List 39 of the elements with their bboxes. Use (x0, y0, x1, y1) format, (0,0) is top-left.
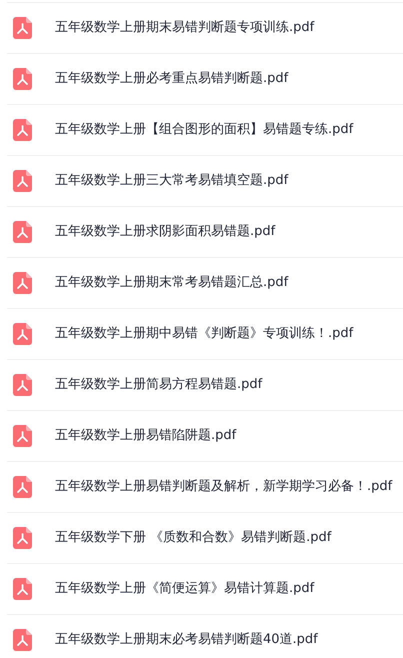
file-row[interactable]: 五年级数学上册期末常考易错题汇总.pdf (7, 258, 403, 309)
pdf-file-icon (13, 527, 32, 549)
file-name: 五年级数学上册期末必考易错判断题40道.pdf (55, 631, 318, 650)
file-row[interactable]: 五年级数学上册求阴影面积易错题.pdf (7, 207, 403, 258)
pdf-file-icon (13, 221, 32, 243)
pdf-file-icon (13, 425, 32, 447)
file-name: 五年级数学上册【组合图形的面积】易错题专练.pdf (55, 121, 354, 140)
pdf-file-icon (13, 323, 32, 345)
pdf-file-icon (13, 578, 32, 600)
file-name: 五年级数学下册 《质数和合数》易错判断题.pdf (55, 529, 332, 548)
file-name: 五年级数学上册期末常考易错题汇总.pdf (55, 274, 288, 292)
file-row[interactable]: 五年级数学上册期中易错《判断题》专项训练！.pdf (7, 309, 403, 360)
pdf-file-icon (13, 119, 32, 141)
file-name: 五年级数学上册易错陷阱题.pdf (55, 427, 236, 446)
pdf-file-icon (13, 68, 32, 90)
pdf-file-icon (13, 17, 32, 39)
file-name: 五年级数学上册求阴影面积易错题.pdf (55, 223, 276, 242)
file-name: 五年级数学上册易错判断题及解析，新学期学习必备！.pdf (55, 478, 392, 496)
file-name: 五年级数学上册期中易错《判断题》专项训练！.pdf (55, 325, 354, 344)
file-row[interactable]: 五年级数学上册三大常考易错填空题.pdf (7, 156, 403, 207)
file-row[interactable]: 五年级数学上册【组合图形的面积】易错题专练.pdf (7, 105, 403, 156)
pdf-file-icon (13, 374, 32, 396)
file-name: 五年级数学上册《简便运算》易错计算题.pdf (55, 580, 314, 598)
file-row[interactable]: 五年级数学上册《简便运算》易错计算题.pdf (7, 564, 403, 615)
pdf-file-icon (13, 170, 32, 192)
pdf-file-icon (13, 272, 32, 294)
file-name: 五年级数学上册必考重点易错判断题.pdf (55, 70, 288, 88)
file-name: 五年级数学上册期末易错判断题专项训练.pdf (55, 19, 314, 38)
file-row[interactable]: 五年级数学上册必考重点易错判断题.pdf (7, 54, 403, 105)
file-row[interactable]: 五年级数学上册易错判断题及解析，新学期学习必备！.pdf (7, 462, 403, 513)
file-row[interactable]: 五年级数学上册简易方程易错题.pdf (7, 360, 403, 411)
file-row[interactable]: 五年级数学上册期末必考易错判断题40道.pdf (7, 615, 403, 658)
file-row[interactable]: 五年级数学下册 《质数和合数》易错判断题.pdf (7, 513, 403, 564)
pdf-file-icon (13, 629, 32, 651)
file-name: 五年级数学上册三大常考易错填空题.pdf (55, 172, 288, 190)
pdf-file-icon (13, 476, 32, 498)
file-name: 五年级数学上册简易方程易错题.pdf (55, 376, 262, 394)
file-row[interactable]: 五年级数学上册期末易错判断题专项训练.pdf (7, 3, 403, 54)
file-row[interactable]: 五年级数学上册易错陷阱题.pdf (7, 411, 403, 462)
